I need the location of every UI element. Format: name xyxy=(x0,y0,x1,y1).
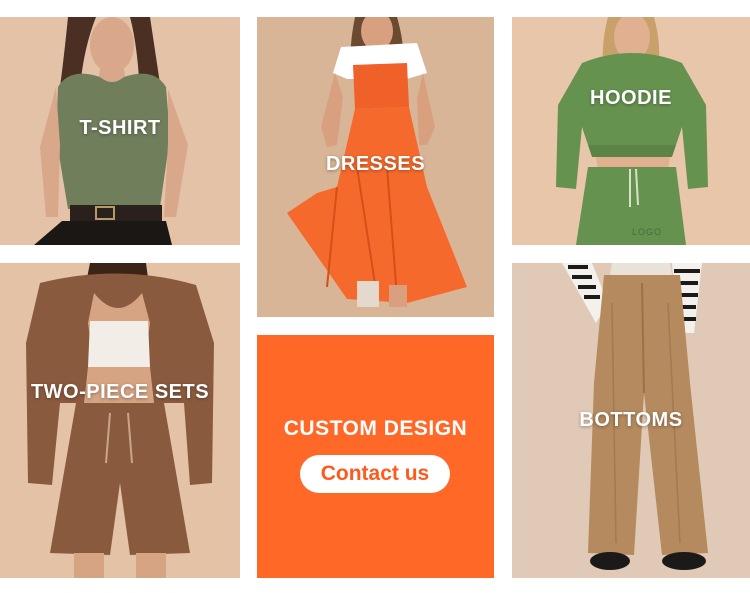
category-tile-dresses[interactable]: DRESSES xyxy=(257,17,494,317)
category-tile-two-piece-sets[interactable]: TWO-PIECE SETS xyxy=(0,263,240,578)
custom-design-panel: CUSTOM DESIGN Contact us xyxy=(257,335,494,578)
hoodie-label: HOODIE xyxy=(590,87,672,109)
category-tile-hoodie[interactable]: HOODIE LOGO xyxy=(512,17,750,245)
tshirt-label: T-SHIRT xyxy=(79,117,161,139)
category-tile-bottoms[interactable]: BOTTOMS xyxy=(512,263,750,578)
custom-design-title: CUSTOM DESIGN xyxy=(283,417,468,440)
two-piece-sets-label: TWO-PIECE SETS xyxy=(30,381,210,403)
dresses-label: DRESSES xyxy=(325,153,426,175)
two-piece-set-photo xyxy=(0,263,240,578)
bottoms-label: BOTTOMS xyxy=(579,409,683,431)
hoodie-logo-print: LOGO xyxy=(632,227,663,237)
contact-us-button[interactable]: Contact us xyxy=(300,455,450,493)
hoodie-photo xyxy=(512,17,750,245)
category-tile-tshirt[interactable]: T-SHIRT xyxy=(0,17,240,245)
